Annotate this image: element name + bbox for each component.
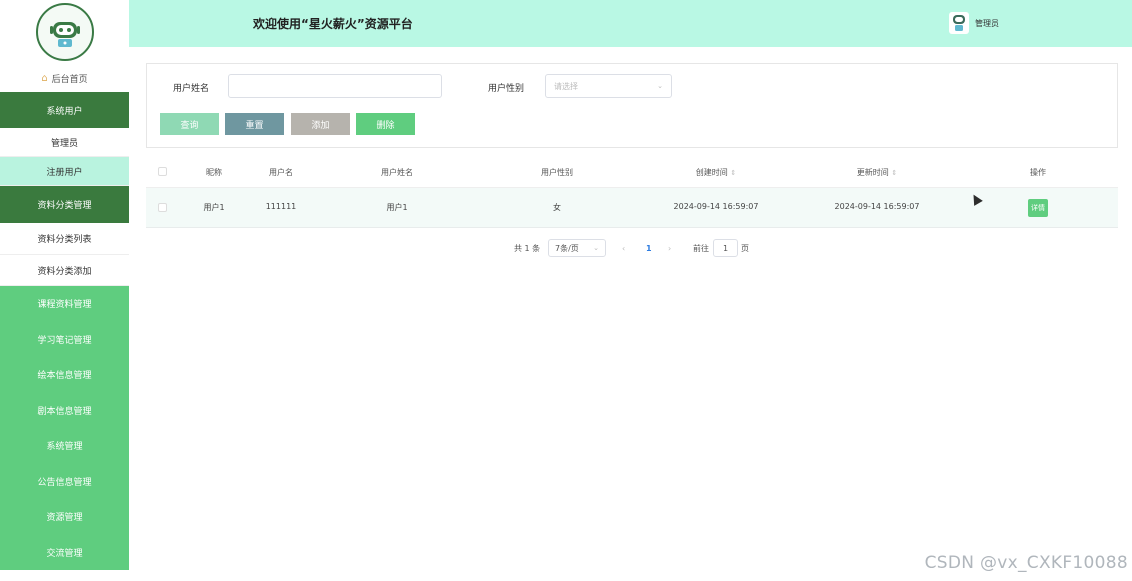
- table-header-row: 昵称 用户名 用户姓名 用户性别 创建时间 ⇕ 更新时间 ⇕ 操作: [146, 155, 1118, 187]
- prev-page-button[interactable]: ‹: [622, 239, 625, 257]
- sidebar-group-notes[interactable]: 学习笔记管理: [0, 321, 129, 357]
- sidebar-item-admin[interactable]: 管理员: [0, 128, 129, 157]
- gender-select[interactable]: 请选择 ⌄: [545, 74, 672, 98]
- cell-realname: 用户1: [386, 203, 408, 212]
- column-header-gender: 用户性别: [541, 168, 573, 177]
- home-icon: ⌂: [41, 72, 48, 84]
- cell-nickname: 用户1: [203, 203, 225, 212]
- page-title: 欢迎使用“星火薪火”资源平台: [253, 17, 413, 31]
- sidebar-group-category[interactable]: 资料分类管理: [0, 186, 129, 223]
- sidebar-group-resource[interactable]: 资源管理: [0, 499, 129, 535]
- sidebar-group-course[interactable]: 课程资料管理: [0, 286, 129, 322]
- sidebar-item-category-add[interactable]: 资料分类添加: [0, 255, 129, 286]
- sidebar-group-exchange[interactable]: 交流管理: [0, 534, 129, 570]
- page-number-current[interactable]: 1: [646, 239, 652, 257]
- column-header-updated-label: 更新时间: [856, 168, 889, 177]
- admin-username[interactable]: 管理员: [975, 18, 999, 29]
- sidebar-group-label: 课程资料管理: [37, 300, 92, 311]
- reset-button[interactable]: 重置: [225, 113, 284, 135]
- gender-label: 用户性别: [488, 84, 525, 94]
- sidebar-group-label: 资料分类管理: [37, 201, 92, 211]
- sort-icon: ⇕: [891, 169, 898, 177]
- page-size-value: 7条/页: [555, 243, 579, 253]
- app-root: ⌂ 后台首页 系统用户 管理员 注册用户 资料分类管理 资料分类列表 资料分类添…: [0, 0, 1132, 581]
- column-header-nickname: 昵称: [206, 168, 222, 177]
- column-header-created-label: 创建时间: [695, 168, 728, 177]
- sidebar-group-system[interactable]: 系统管理: [0, 428, 129, 464]
- top-header: 欢迎使用“星火薪火”资源平台 管理员: [129, 0, 1132, 47]
- sidebar-item-label: 注册用户: [46, 167, 83, 178]
- cell-updated: 2024-09-14 16:59:07: [834, 202, 920, 211]
- cell-username: 111111: [265, 202, 297, 211]
- column-header-updated[interactable]: 更新时间 ⇕: [847, 167, 907, 178]
- cell-created: 2024-09-14 16:59:07: [673, 202, 759, 211]
- sidebar-group-notice[interactable]: 公告信息管理: [0, 463, 129, 499]
- add-button[interactable]: 添加: [291, 113, 350, 135]
- name-label: 用户姓名: [173, 84, 210, 94]
- next-page-button[interactable]: ›: [668, 239, 671, 257]
- sidebar-group-script[interactable]: 剧本信息管理: [0, 392, 129, 428]
- table-header: 昵称 用户名 用户姓名 用户性别 创建时间 ⇕ 更新时间 ⇕ 操作: [146, 155, 1118, 188]
- column-header-username: 用户名: [269, 168, 293, 177]
- sidebar-group-label: 绘本信息管理: [37, 371, 92, 382]
- gender-select-placeholder: 请选择: [554, 81, 578, 91]
- sidebar-group-system-users[interactable]: 系统用户: [0, 92, 129, 128]
- query-button[interactable]: 查询: [160, 113, 219, 135]
- search-panel: 用户姓名 用户性别 请选择 ⌄ 查询 重置 添加 删除: [146, 63, 1118, 148]
- chevron-down-icon: ⌄: [657, 82, 663, 90]
- sidebar-group-label: 交流管理: [46, 548, 83, 559]
- goto-suffix: 页: [741, 243, 749, 253]
- table-row-cells: 用户1 111111 用户1 女 2024-09-14 16:59:07 202…: [146, 188, 1118, 227]
- column-header-created[interactable]: 创建时间 ⇕: [686, 167, 746, 178]
- sort-icon: ⇕: [730, 169, 737, 177]
- column-header-action: 操作: [1030, 168, 1046, 177]
- delete-button[interactable]: 删除: [356, 113, 415, 135]
- sidebar-item-label: 资料分类添加: [37, 266, 92, 277]
- sidebar-group-label: 系统管理: [46, 442, 83, 453]
- sidebar-item-registered-users[interactable]: 注册用户: [0, 157, 129, 186]
- sidebar-group-label: 公告信息管理: [37, 477, 92, 488]
- sidebar-group-picturebook[interactable]: 绘本信息管理: [0, 357, 129, 393]
- logo-area: [0, 0, 129, 64]
- sidebar-home-link[interactable]: ⌂ 后台首页: [0, 64, 129, 92]
- detail-button[interactable]: 详情: [1028, 199, 1048, 217]
- sidebar-group-label: 学习笔记管理: [37, 335, 92, 346]
- goto-label: 前往: [693, 243, 709, 253]
- users-table: 昵称 用户名 用户姓名 用户性别 创建时间 ⇕ 更新时间 ⇕ 操作 用户1 11…: [146, 155, 1118, 228]
- sidebar-group-label: 系统用户: [46, 106, 83, 117]
- chevron-down-icon: ⌄: [593, 244, 599, 252]
- sidebar: ⌂ 后台首页 系统用户 管理员 注册用户 资料分类管理 资料分类列表 资料分类添…: [0, 0, 129, 581]
- watermark: CSDN @vx_CXKF10088: [924, 553, 1128, 573]
- column-header-realname: 用户姓名: [381, 168, 413, 177]
- page-size-select[interactable]: 7条/页 ⌄: [548, 239, 606, 257]
- sidebar-group-label: 剧本信息管理: [37, 406, 92, 417]
- goto-page-input[interactable]: 1: [713, 239, 738, 257]
- sidebar-item-label: 管理员: [50, 138, 78, 149]
- pagination: 共 1 条 7条/页 ⌄ ‹ 1 › 前往 1 页: [0, 239, 1132, 257]
- sidebar-home-label: 后台首页: [51, 74, 88, 85]
- robot-logo-icon: [35, 3, 94, 61]
- row-checkbox[interactable]: [158, 203, 167, 212]
- name-input[interactable]: [228, 74, 442, 98]
- avatar[interactable]: [949, 12, 969, 34]
- sidebar-collapsed-groups: 课程资料管理 学习笔记管理 绘本信息管理 剧本信息管理 系统管理 公告信息管理 …: [0, 286, 129, 570]
- cell-gender: 女: [553, 203, 561, 212]
- sidebar-group-label: 资源管理: [46, 513, 83, 524]
- pagination-total: 共 1 条: [514, 243, 541, 253]
- select-all-checkbox[interactable]: [158, 167, 167, 176]
- robot-avatar-icon: [953, 15, 965, 31]
